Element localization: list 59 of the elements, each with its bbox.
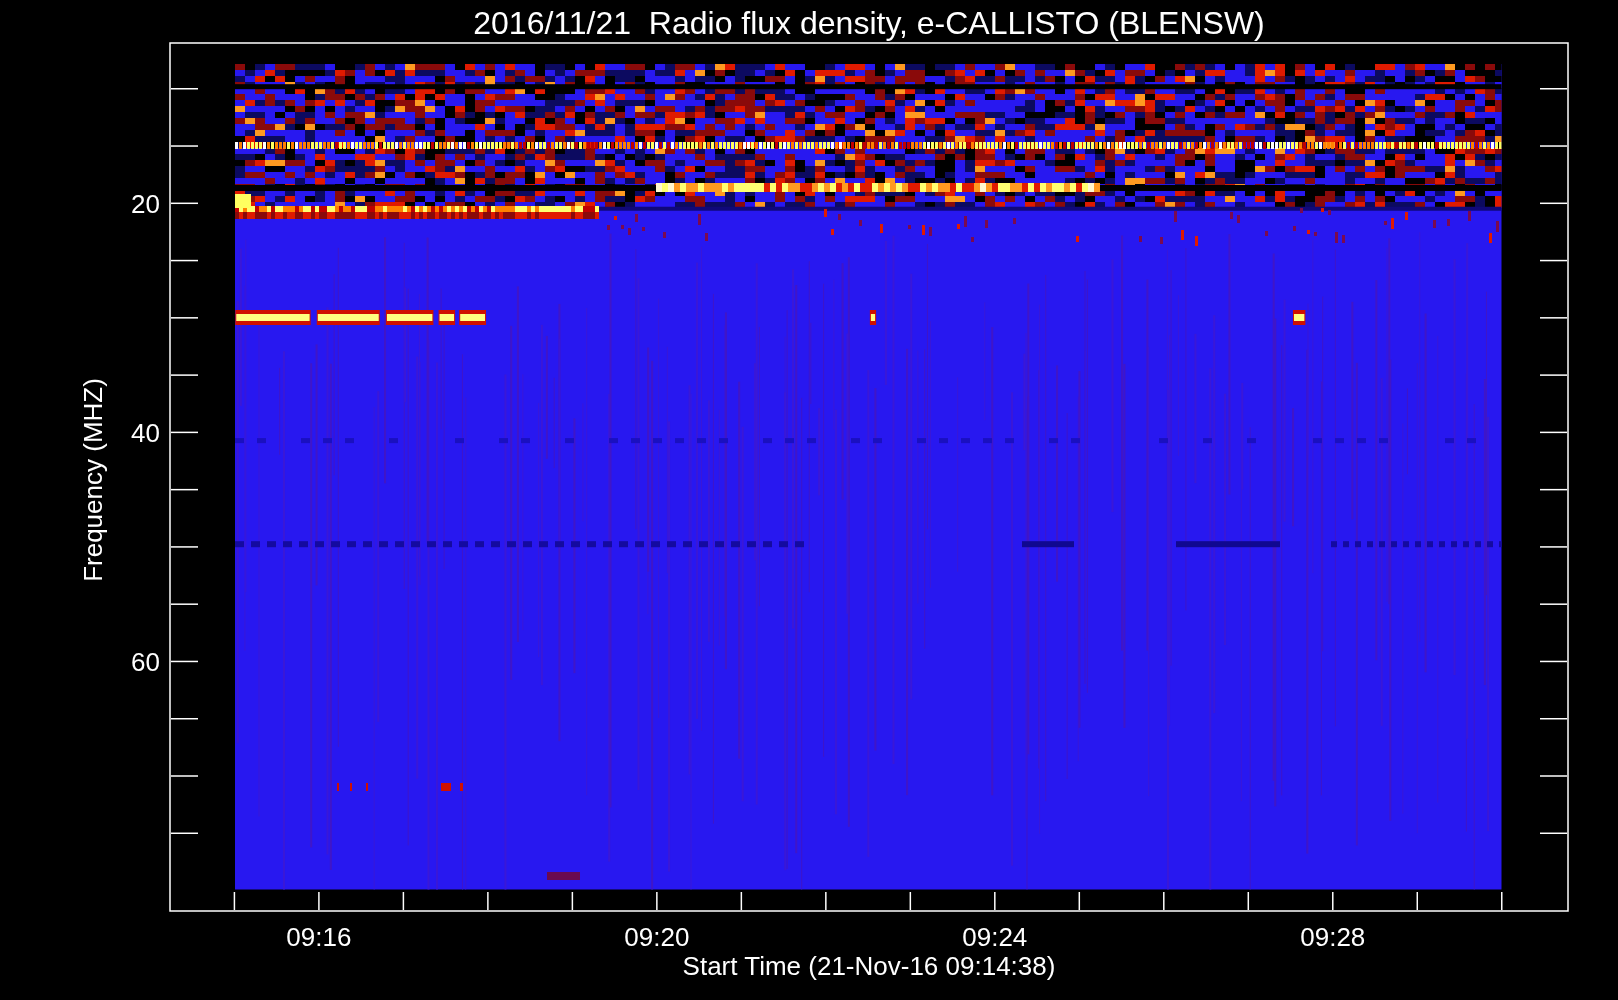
tick-mark bbox=[825, 891, 827, 911]
tick-mark bbox=[1539, 775, 1568, 777]
tick-mark bbox=[170, 202, 199, 205]
tick-label: 09:16 bbox=[286, 922, 352, 952]
tick-mark bbox=[233, 891, 236, 911]
tick-label: 09:20 bbox=[624, 922, 690, 952]
tick-mark bbox=[1539, 374, 1568, 376]
tick-mark bbox=[909, 891, 912, 911]
tick-mark bbox=[1078, 891, 1081, 911]
tick-mark bbox=[170, 775, 199, 777]
tick-mark bbox=[170, 374, 199, 376]
x-axis-label: Start Time (21-Nov-16 09:14:38) bbox=[682, 951, 1056, 981]
tick-mark bbox=[170, 488, 199, 491]
tick-mark bbox=[1539, 546, 1568, 548]
tick-mark bbox=[571, 891, 574, 911]
tick-label: 09:28 bbox=[1300, 922, 1366, 952]
tick-mark bbox=[1539, 145, 1568, 147]
tick-mark bbox=[994, 891, 996, 911]
tick-mark bbox=[1539, 488, 1568, 491]
tick-mark bbox=[170, 431, 199, 434]
tick-mark bbox=[1539, 317, 1568, 319]
tick-mark bbox=[1247, 891, 1250, 911]
tick-mark bbox=[170, 832, 199, 834]
tick-mark bbox=[170, 546, 199, 548]
signal-burst bbox=[235, 194, 251, 208]
tick-label: 40 bbox=[131, 418, 160, 449]
tick-mark bbox=[1539, 202, 1568, 205]
tick-mark bbox=[170, 718, 199, 720]
tick-mark bbox=[402, 891, 405, 911]
tick-mark bbox=[170, 603, 199, 605]
tick-mark bbox=[1163, 891, 1165, 911]
tick-mark bbox=[1539, 832, 1568, 834]
tick-mark bbox=[1539, 718, 1568, 720]
tick-label: 09:24 bbox=[962, 922, 1028, 952]
tick-mark bbox=[1332, 891, 1334, 911]
tick-mark bbox=[1539, 259, 1568, 262]
tick-label: 20 bbox=[131, 189, 160, 220]
signal-burst bbox=[385, 310, 434, 325]
tick-mark bbox=[1539, 660, 1568, 663]
signal-burst bbox=[459, 310, 486, 325]
tick-mark bbox=[318, 891, 320, 911]
tick-mark bbox=[740, 891, 743, 911]
chart-title: 2016/11/21 Radio flux density, e-CALLISTO (BLENSW) bbox=[473, 5, 1265, 41]
tick-mark bbox=[1539, 431, 1568, 434]
signal-burst bbox=[316, 310, 380, 325]
tick-mark bbox=[1416, 891, 1418, 911]
tick-mark bbox=[1539, 88, 1568, 90]
signal-burst bbox=[869, 310, 877, 325]
tick-mark bbox=[170, 259, 199, 262]
tick-mark bbox=[170, 88, 199, 90]
tick-mark bbox=[1539, 603, 1568, 605]
tick-mark bbox=[170, 317, 199, 319]
tick-mark bbox=[170, 145, 199, 147]
tick-label: 60 bbox=[131, 647, 160, 678]
y-axis-label: Frequency (MHZ) bbox=[78, 378, 108, 582]
tick-mark bbox=[487, 891, 489, 911]
tick-mark bbox=[1501, 891, 1503, 911]
tick-mark bbox=[170, 660, 199, 663]
tick-mark bbox=[656, 891, 658, 911]
